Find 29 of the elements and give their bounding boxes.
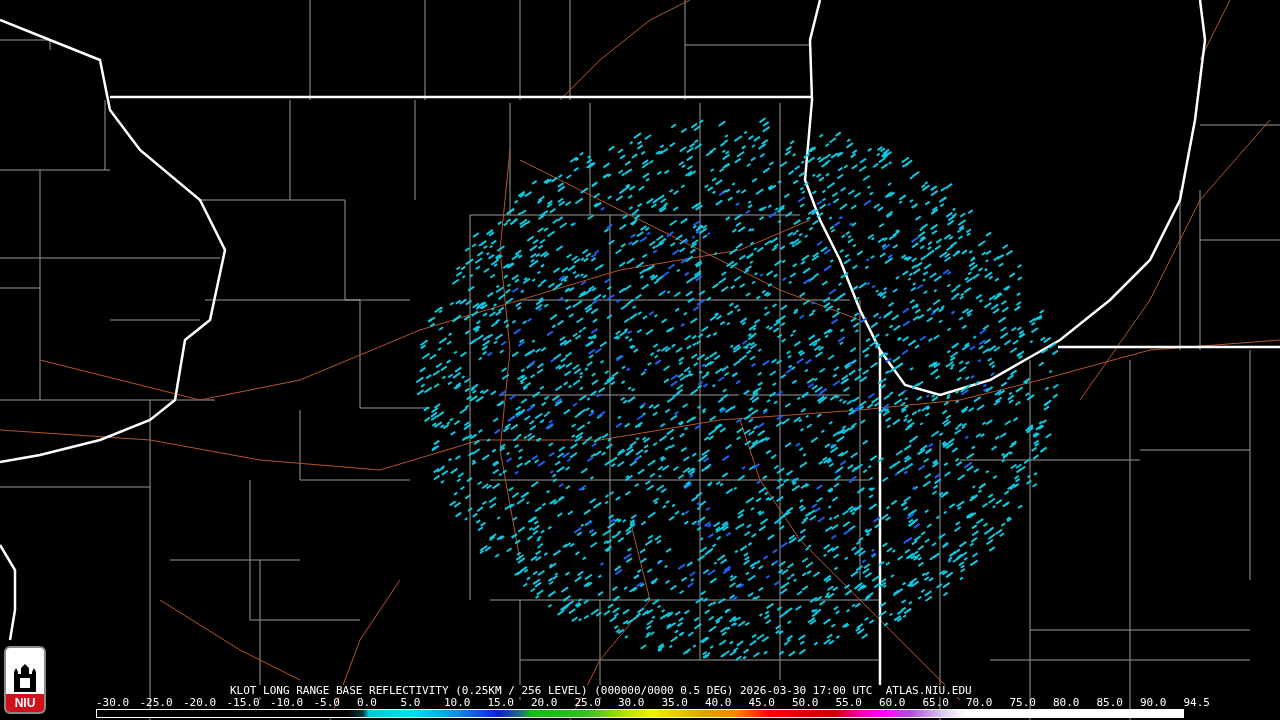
scale-label: -15.0	[226, 697, 261, 709]
scale-label: 15.0	[487, 697, 515, 709]
logo-text: NIU	[6, 694, 44, 712]
scale-label: 75.0	[1009, 697, 1037, 709]
scale-label: 20.0	[531, 697, 559, 709]
scale-label: 0.0	[357, 697, 378, 709]
scale-label: 40.0	[705, 697, 733, 709]
scale-label: -30.0	[96, 697, 131, 709]
scale-label: 10.0	[444, 697, 472, 709]
scale-label: 90.0	[1140, 697, 1168, 709]
scale-label: 80.0	[1053, 697, 1081, 709]
scale-label: 30.0	[618, 697, 646, 709]
scale-label: 70.0	[966, 697, 994, 709]
tower-icon	[12, 664, 38, 692]
product-title: KLOT LONG RANGE BASE REFLECTIVITY (0.25KM / 256 LEVEL) (000000/0000 0.5 DEG) 2026-03-30 17:00 UTC ATLAS.NIU.EDU	[230, 685, 972, 697]
scale-label: -25.0	[139, 697, 174, 709]
scale-label: -5.0	[313, 697, 341, 709]
scale-label: -20.0	[183, 697, 218, 709]
scale-label: -10.0	[270, 697, 305, 709]
scale-label: 60.0	[879, 697, 907, 709]
scale-label: 5.0	[400, 697, 422, 709]
scale-label: 35.0	[661, 697, 689, 709]
scale-label: 65.0	[922, 697, 950, 709]
scale-label: 85.0	[1096, 697, 1124, 709]
scale-label: 45.0	[748, 697, 776, 709]
scale-label: 55.0	[835, 697, 863, 709]
scale-label: 50.0	[792, 697, 820, 709]
scale-label: 25.0	[574, 697, 602, 709]
scale-label: 94.5	[1183, 697, 1211, 709]
